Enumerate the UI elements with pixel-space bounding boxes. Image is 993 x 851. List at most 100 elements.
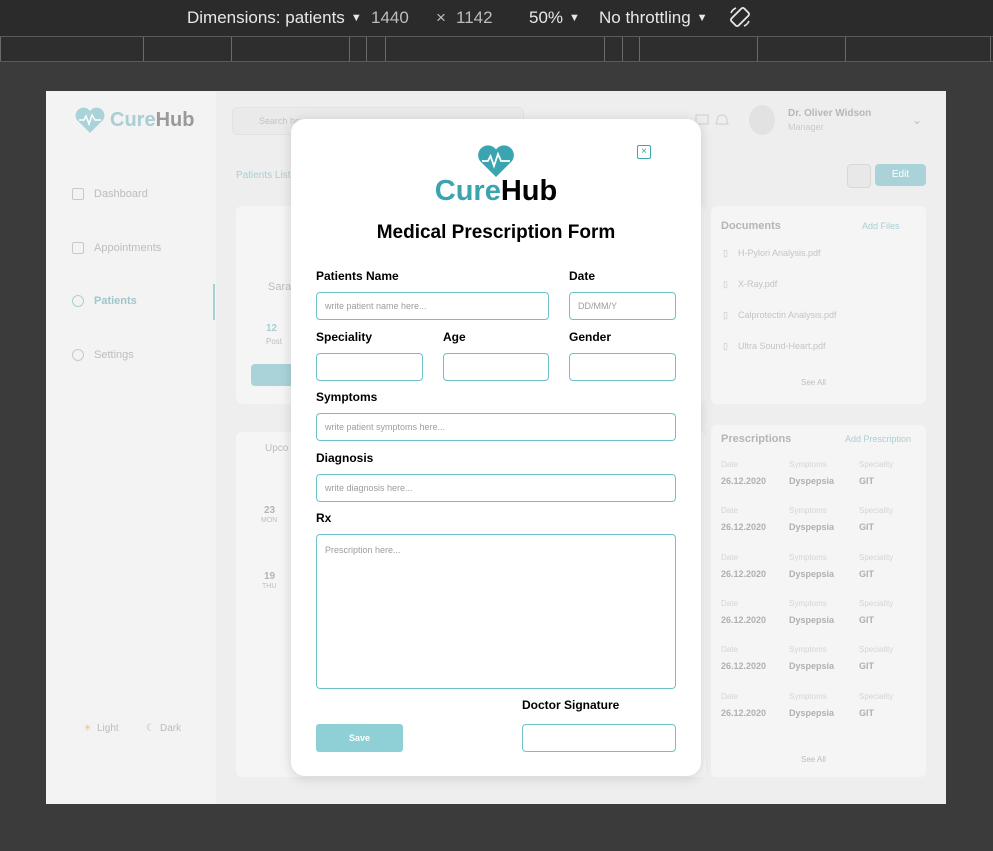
prescription-value: GIT — [859, 522, 874, 533]
see-all-prescriptions-link[interactable]: See All — [801, 755, 826, 764]
prescription-column-label: Date — [721, 506, 738, 516]
theme-light-toggle[interactable]: ☀ Light — [83, 723, 119, 734]
age-input[interactable] — [443, 353, 549, 381]
throttling-dropdown[interactable]: No throttling ▼ — [599, 8, 708, 28]
prescription-value: 26.12.2020 — [721, 661, 767, 672]
ruler-segment — [622, 37, 623, 61]
date-label: Date — [569, 269, 596, 283]
prescription-value: Dyspepsia — [789, 614, 835, 625]
modal-logo-text: CureHub — [291, 175, 701, 208]
prescriptions-title: Prescriptions — [721, 433, 792, 445]
gender-label: Gender — [569, 330, 612, 344]
patient-name-label: Patients Name — [316, 269, 399, 283]
save-button[interactable]: Save — [316, 724, 403, 752]
chevron-down-icon: ▼ — [569, 12, 580, 24]
document-item[interactable]: ▯ Ultra Sound-Heart.pdf — [723, 341, 826, 352]
add-files-link[interactable]: Add Files — [862, 221, 900, 231]
doctor-signature-input[interactable] — [522, 724, 676, 752]
moon-icon: ☾ — [146, 723, 155, 734]
prescription-column-label: Date — [721, 552, 738, 562]
prescription-value: GIT — [859, 476, 874, 486]
appt-day: 19 — [264, 571, 276, 582]
document-name: Ultra Sound-Heart.pdf — [737, 341, 826, 351]
patient-name-input[interactable] — [316, 292, 549, 320]
documents-title: Documents — [721, 220, 781, 232]
logo-cure-text: Cure — [434, 175, 501, 207]
document-item[interactable]: ▯ X-Ray.pdf — [723, 279, 777, 290]
prescription-column-label: Date — [721, 691, 738, 701]
speciality-label: Speciality — [316, 330, 373, 344]
nav-label: Settings — [94, 349, 134, 361]
close-button[interactable]: × — [637, 145, 651, 159]
document-name: H-Pylori Analysis.pdf — [737, 248, 821, 258]
prescription-column-label: Speciality — [859, 552, 894, 562]
active-indicator — [213, 284, 215, 320]
ruler-segment — [231, 37, 232, 61]
app-logo[interactable]: CureHub — [74, 106, 194, 134]
document-name: Calprotectin Analysis.pdf — [737, 310, 837, 320]
ruler-segment — [0, 37, 1, 61]
document-item[interactable]: ▯ Calprotectin Analysis.pdf — [723, 310, 837, 321]
appt-day: 23 — [264, 505, 276, 516]
avatar[interactable] — [749, 105, 775, 135]
upcoming-label: Upco — [265, 443, 289, 454]
ruler-segment — [990, 37, 991, 61]
prescription-column-label: Speciality — [859, 645, 894, 655]
stat-label: Post — [266, 337, 283, 346]
nav-label: Dashboard — [94, 188, 148, 200]
prescription-column-label: Date — [721, 645, 738, 655]
doctor-signature-label: Doctor Signature — [522, 698, 620, 712]
see-all-documents-link[interactable]: See All — [801, 378, 826, 387]
chevron-down-icon: ▼ — [350, 12, 362, 24]
prescription-value: 26.12.2020 — [721, 476, 767, 486]
mail-and-bell-icons[interactable] — [694, 113, 734, 127]
chevron-down-icon[interactable]: ⌄ — [912, 113, 922, 127]
logo-hub-text: Hub — [155, 108, 195, 131]
prescription-column-label: Symptoms — [789, 598, 827, 608]
appt-dow: THU — [262, 583, 277, 590]
prescription-column-label: Speciality — [859, 598, 894, 608]
speciality-input[interactable] — [316, 353, 423, 381]
breadcrumb[interactable]: Patients List — [236, 170, 290, 181]
heart-logo-icon — [75, 107, 105, 133]
diagnosis-input[interactable] — [316, 474, 676, 502]
zoom-dropdown[interactable]: 50% ▼ — [529, 8, 580, 28]
nav-item-patients[interactable]: Patients — [72, 295, 137, 307]
symptoms-input[interactable] — [316, 413, 676, 441]
theme-dark-toggle[interactable]: ☾ Dark — [146, 723, 181, 734]
ruler-segment — [639, 37, 640, 61]
prescription-value: Dyspepsia — [789, 522, 835, 533]
add-prescription-link[interactable]: Add Prescription — [845, 434, 911, 444]
nav-label: Appointments — [94, 242, 162, 254]
grid-icon — [72, 188, 84, 200]
height-input[interactable]: 1142 — [456, 8, 493, 28]
edit-button[interactable]: Edit — [875, 164, 926, 186]
theme-dark-label: Dark — [159, 723, 182, 734]
gender-input[interactable] — [569, 353, 676, 381]
width-input[interactable]: 1440 — [371, 8, 409, 28]
times-symbol: × — [436, 8, 446, 27]
user-role: Manager — [788, 122, 824, 132]
prescription-column-label: Date — [721, 460, 738, 469]
media-query-ruler[interactable] — [0, 36, 993, 62]
edit-label: Edit — [891, 169, 910, 180]
dimensions-dropdown[interactable]: Dimensions: patients ▼ — [187, 8, 362, 28]
date-input[interactable] — [569, 292, 676, 320]
rotate-icon[interactable] — [728, 5, 752, 29]
nav-item-appointments[interactable]: Appointments — [72, 242, 161, 254]
print-button[interactable] — [847, 164, 871, 188]
nav-item-dashboard[interactable]: Dashboard — [72, 188, 148, 200]
nav-item-settings[interactable]: Settings — [72, 349, 134, 361]
document-item[interactable]: ▯ H-Pylori Analysis.pdf — [723, 248, 820, 259]
gear-icon — [72, 349, 84, 361]
prescription-modal: × CureHub Medical Prescription Form Pati… — [291, 119, 701, 776]
user-name: Dr. Oliver Widson — [788, 108, 872, 119]
prescription-column-label: Symptoms — [789, 552, 827, 562]
prescription-value: 26.12.2020 — [721, 522, 767, 533]
rx-label: Rx — [316, 511, 332, 525]
prescription-value: Dyspepsia — [789, 661, 835, 672]
prescription-value: Dyspepsia — [789, 476, 835, 486]
document-name: X-Ray.pdf — [737, 279, 778, 289]
rx-textarea[interactable] — [316, 534, 676, 689]
prescription-column-label: Speciality — [859, 506, 894, 516]
